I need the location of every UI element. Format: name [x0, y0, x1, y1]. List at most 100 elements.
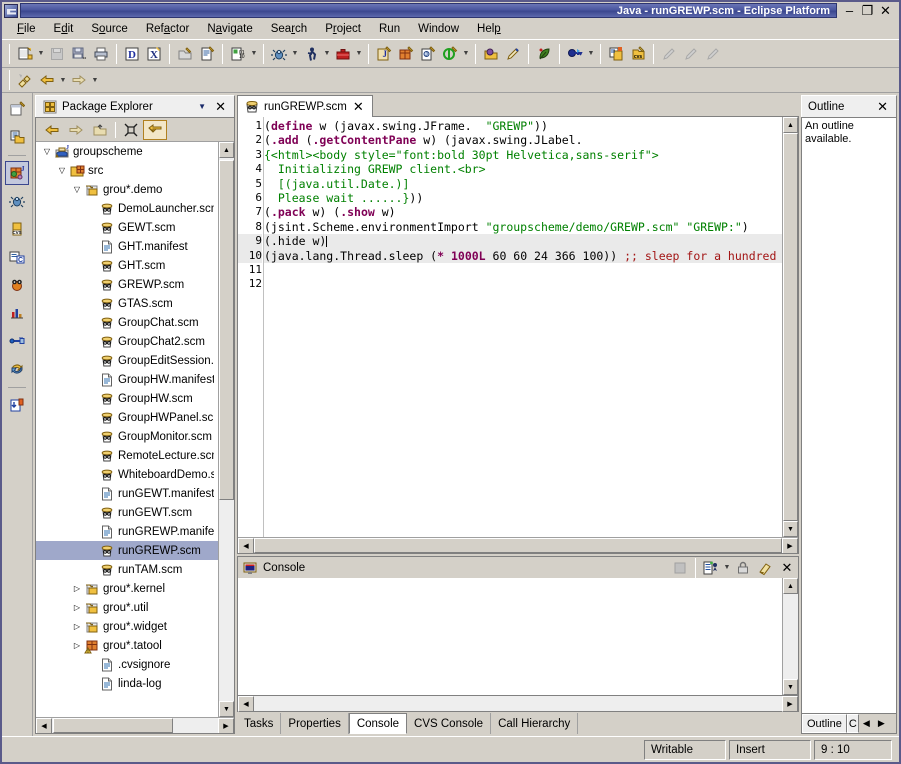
console-tab-properties[interactable]: Properties [281, 713, 349, 734]
code-line[interactable]: Please wait ......})) [264, 191, 782, 205]
open-perspective-button[interactable] [480, 43, 502, 65]
code-line[interactable] [264, 263, 782, 277]
next-edit-button[interactable] [680, 43, 702, 65]
back-button[interactable] [36, 69, 58, 91]
chevron-right-icon[interactable]: ▷ [70, 622, 84, 631]
tree-item[interactable]: RemoteLecture.scm [36, 446, 218, 465]
menu-run[interactable]: Run [370, 21, 409, 37]
outline-next-tab-icon[interactable]: ▶ [874, 714, 889, 733]
perspective-team-sync-perspective[interactable] [5, 357, 29, 381]
chevron-down-icon[interactable]: ▽ [55, 166, 69, 175]
tree-horizontal-scrollbar[interactable]: ◀ ▶ [36, 717, 234, 733]
chevron-down-icon[interactable]: ▽ [40, 147, 54, 156]
console-tab-cvs-console[interactable]: CVS Console [407, 713, 492, 734]
view-menu-icon[interactable]: ▼ [195, 102, 209, 111]
tree-item[interactable]: GREWP.scm [36, 275, 218, 294]
tree-item[interactable]: linda-log [36, 674, 218, 693]
outline-prev-tab-icon[interactable]: ◀ [859, 714, 874, 733]
console-scroll-track[interactable] [783, 594, 798, 679]
chevron-down-icon[interactable]: ▼ [249, 43, 259, 65]
run-external-button[interactable] [332, 43, 354, 65]
code-line[interactable]: (define w (javax.swing.JFrame. "GREWP")) [264, 119, 782, 133]
code-line[interactable]: (jsint.Scheme.environmentImport "groupsc… [264, 220, 782, 234]
hscroll-thumb[interactable] [53, 718, 173, 733]
scroll-track[interactable] [219, 158, 234, 701]
console-scroll-up-button[interactable]: ▲ [783, 578, 798, 594]
close-icon[interactable]: ✕ [213, 100, 228, 113]
code-line[interactable]: [(java.util.Date.)] [264, 177, 782, 191]
tree-item[interactable]: runGREWP.scm [36, 541, 218, 560]
forward-button[interactable] [68, 69, 90, 91]
synchronize-button[interactable] [605, 43, 627, 65]
terminate-button[interactable] [669, 557, 691, 579]
chevron-right-icon[interactable]: ▷ [70, 584, 84, 593]
code-area[interactable]: 1 2 3 4 5 6 7 8 9 10 11 12 (define w (javax.swing.J… [238, 117, 798, 537]
pe-back-button[interactable] [40, 120, 64, 140]
tree-item[interactable]: GroupMonitor.scm [36, 427, 218, 446]
code-line[interactable]: (java.lang.Thread.sleep (* 1000L 60 60 2… [264, 248, 782, 263]
pe-link-with-editor-button[interactable] [143, 119, 167, 140]
customize-perspective-button[interactable] [502, 43, 524, 65]
console-horizontal-scrollbar[interactable]: ◀ ▶ [237, 696, 799, 712]
tree-item[interactable]: ▷ grou*.kernel [36, 579, 218, 598]
tree-item[interactable]: ▷! grou*.tatool [36, 636, 218, 655]
hscroll-right-button[interactable]: ▶ [218, 718, 234, 733]
tab-package-explorer[interactable]: Package Explorer ▼ ✕ [35, 95, 235, 117]
perspective-cvs-repository-perspective[interactable]: CVS [5, 217, 29, 241]
menu-source[interactable]: Source [82, 21, 136, 37]
scroll-down-button[interactable]: ▼ [219, 701, 234, 717]
close-button[interactable]: ✕ [879, 4, 892, 17]
maximize-button[interactable]: ❐ [861, 4, 874, 17]
new-wizard-button[interactable] [14, 43, 36, 65]
console-dropdown-icon[interactable]: ▼ [722, 557, 732, 579]
chevron-down-icon[interactable]: ▼ [461, 43, 471, 65]
tree-item[interactable]: GEWT.scm [36, 218, 218, 237]
code-line[interactable]: {<html><body style="font:bold 30pt Helve… [264, 148, 782, 162]
minimize-button[interactable]: – [843, 4, 856, 17]
tree-item[interactable]: GHT.scm [36, 256, 218, 275]
menu-search[interactable]: Search [262, 21, 316, 37]
menu-refactor[interactable]: Refactor [137, 21, 198, 37]
code-text[interactable]: (define w (javax.swing.JFrame. "GREWP"))… [264, 117, 782, 537]
editor-scroll-down-button[interactable]: ▼ [783, 521, 798, 537]
perspective-new-project[interactable] [5, 97, 29, 121]
tree-item[interactable]: GroupHWPanel.scm [36, 408, 218, 427]
chevron-down-icon[interactable]: ▼ [354, 43, 364, 65]
tree-item[interactable]: ▽ src [36, 161, 218, 180]
outline-tab-c[interactable]: C [846, 714, 859, 733]
tree-item[interactable]: WhiteboardDemo.scm [36, 465, 218, 484]
perspective-install-perspective[interactable] [5, 393, 29, 417]
clear-console-button[interactable] [754, 557, 776, 579]
pe-go-into-button[interactable] [88, 120, 112, 140]
tree-item[interactable]: .cvsignore [36, 655, 218, 674]
tree-item[interactable]: ▽ Jgroupscheme [36, 142, 218, 161]
open-type-button[interactable] [174, 43, 196, 65]
tree-item[interactable]: GroupEditSession.scm [36, 351, 218, 370]
tree-item[interactable]: runGEWT.scm [36, 503, 218, 522]
menu-navigate[interactable]: Navigate [198, 21, 261, 37]
editor-hscroll-left-button[interactable]: ◀ [238, 538, 254, 553]
display-selected-console-button[interactable] [700, 557, 722, 579]
menu-file[interactable]: File [8, 21, 45, 37]
tab-outline[interactable]: Outline ✕ [801, 95, 897, 117]
new-javadoc-button[interactable]: D [121, 43, 143, 65]
tree-item[interactable]: runGREWP.manifest [36, 522, 218, 541]
hscroll-left-button[interactable]: ◀ [36, 718, 52, 733]
chevron-right-icon[interactable]: ▷ [70, 641, 84, 650]
print-button[interactable] [90, 43, 112, 65]
last-edit-button[interactable] [702, 43, 724, 65]
new-java-class-button[interactable]: J [417, 43, 439, 65]
pe-collapse-all-button[interactable] [119, 120, 143, 140]
editor-hscroll-right-button[interactable]: ▶ [782, 538, 798, 553]
tree-item[interactable]: runTAM.scm [36, 560, 218, 579]
code-line[interactable]: (.hide w) [264, 234, 782, 249]
run-button[interactable] [300, 43, 322, 65]
console-vertical-scrollbar[interactable]: ▲ ▼ [782, 578, 798, 695]
console-hscroll-left-button[interactable]: ◀ [238, 696, 254, 712]
perspective-resource-perspective[interactable] [5, 125, 29, 149]
tree-item[interactable]: ▽ grou*.demo [36, 180, 218, 199]
tree-item[interactable]: GroupChat2.scm [36, 332, 218, 351]
previous-edit-button[interactable] [658, 43, 680, 65]
code-line[interactable] [264, 277, 782, 291]
editor-vertical-scrollbar[interactable]: ▲ ▼ [782, 117, 798, 537]
